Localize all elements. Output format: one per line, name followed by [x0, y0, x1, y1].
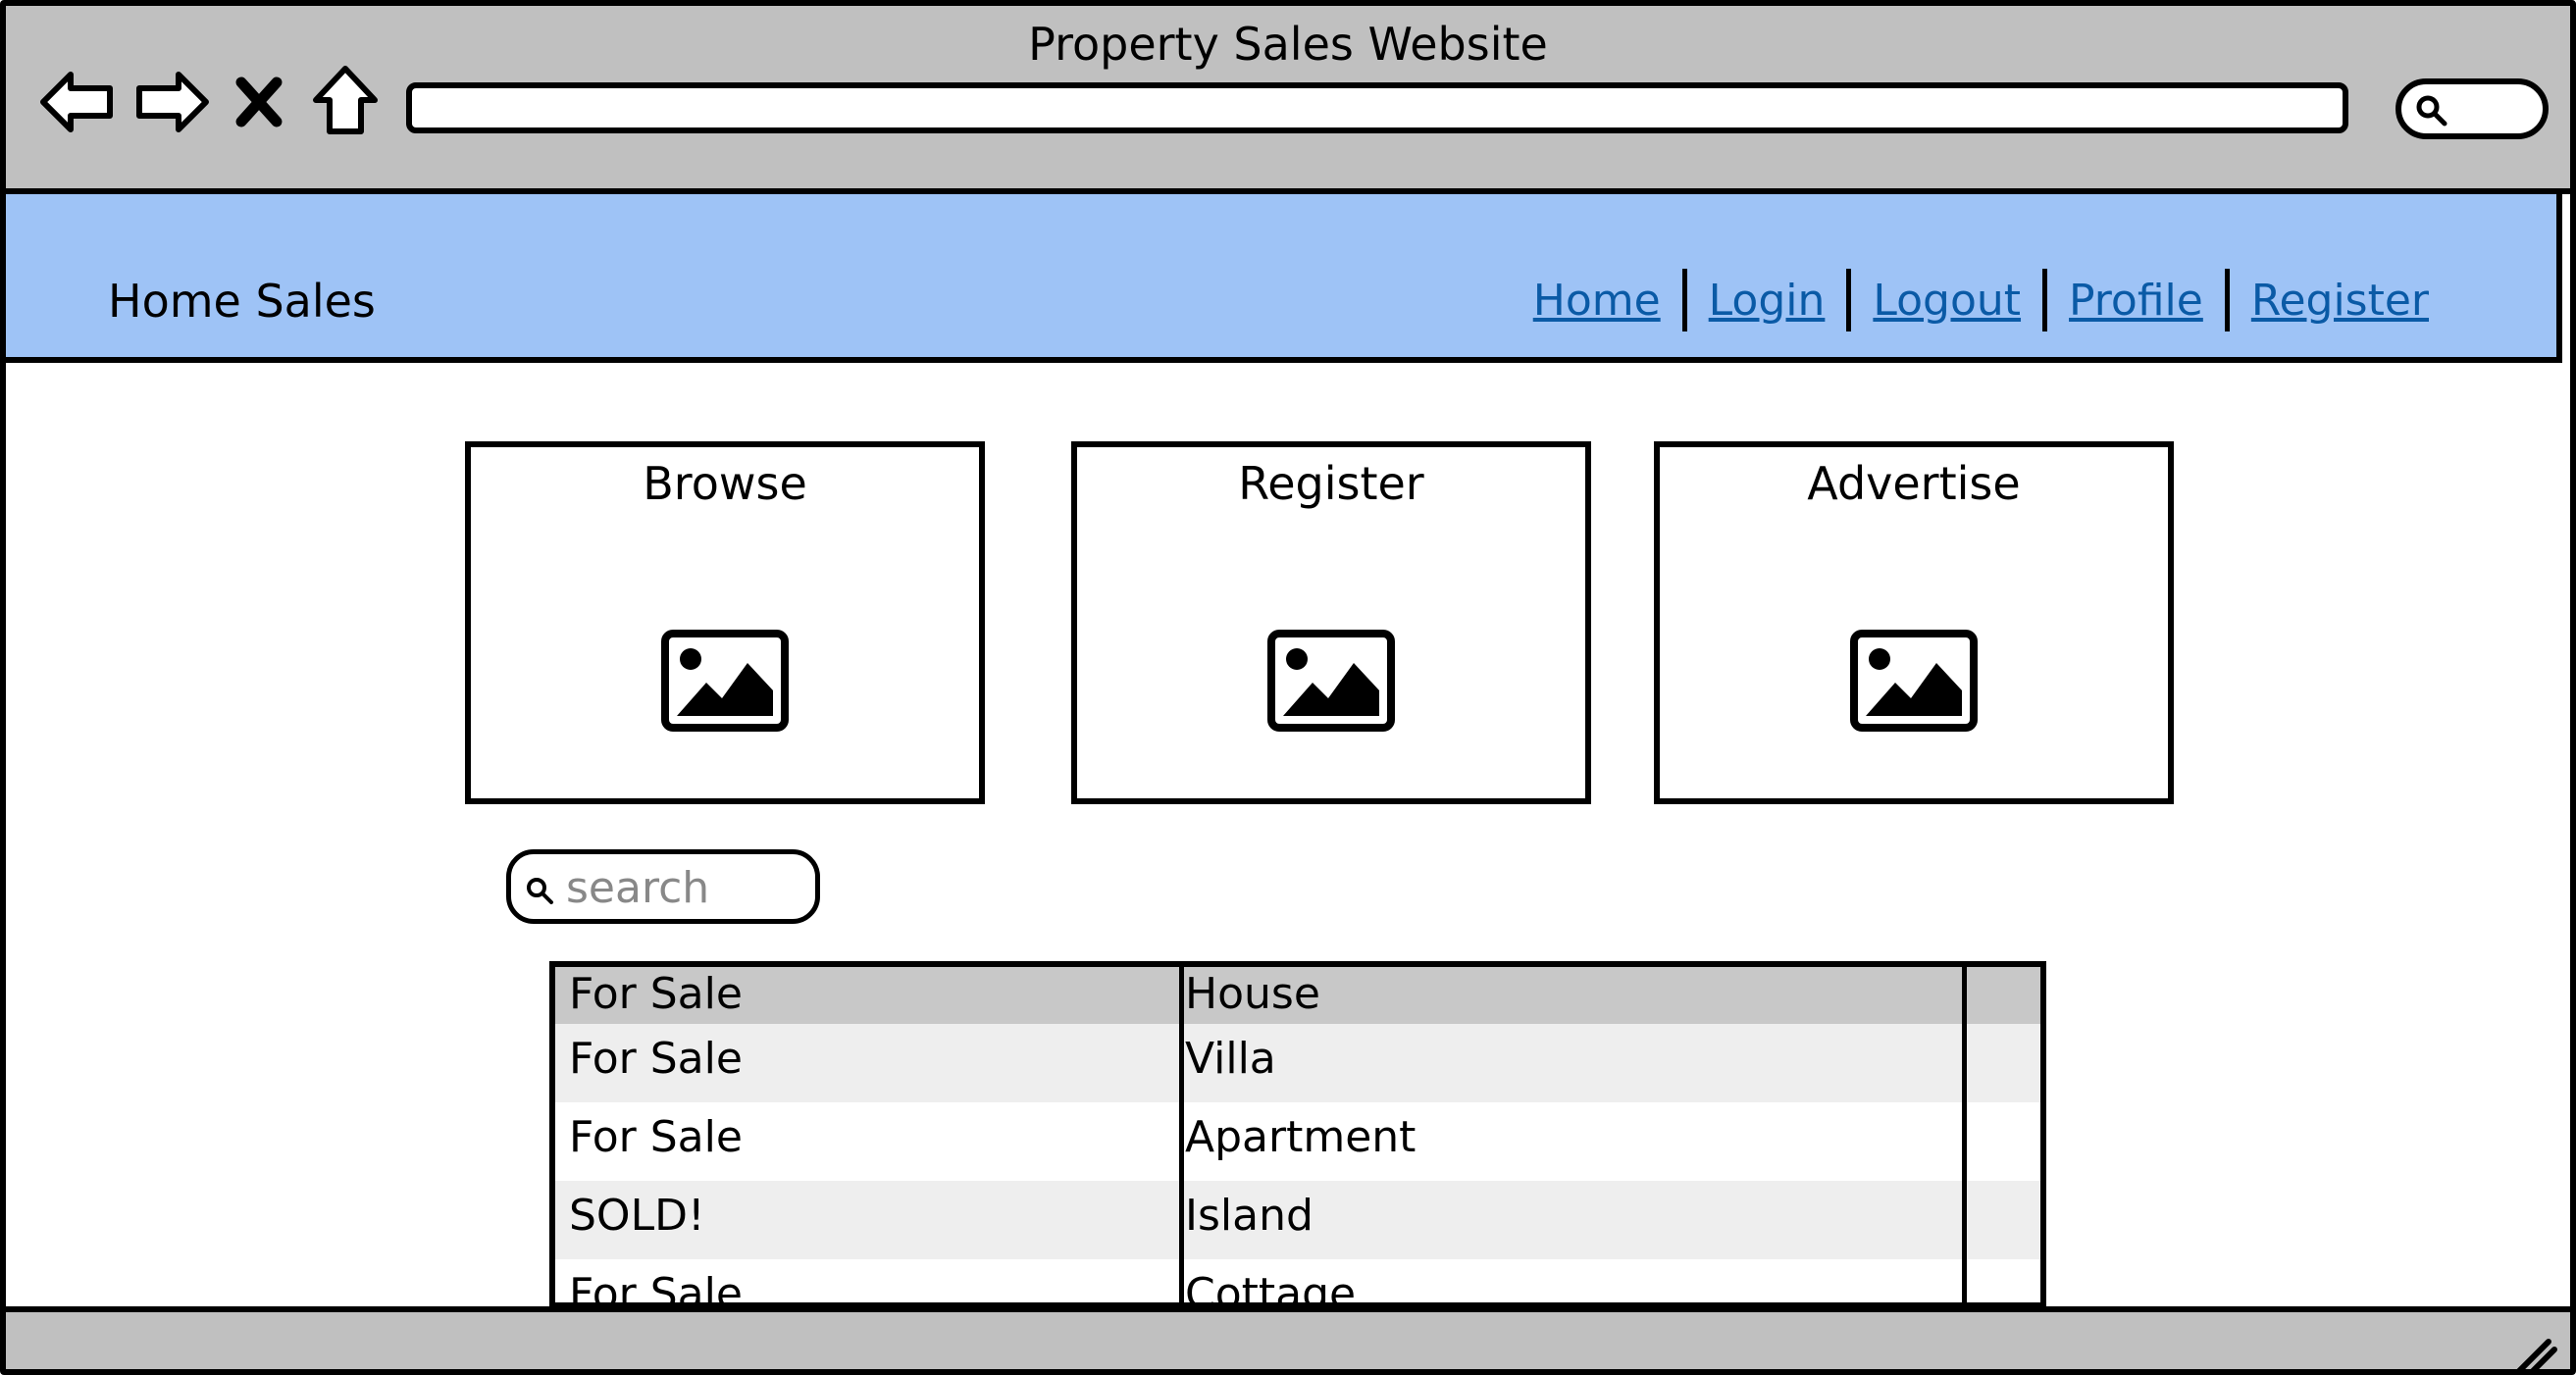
card-register[interactable]: Register — [1071, 441, 1591, 804]
table-cell-type: Villa — [1185, 1034, 1276, 1084]
card-title: Register — [1238, 457, 1424, 510]
image-placeholder-icon — [661, 630, 789, 732]
nav-link-profile[interactable]: Profile — [2069, 276, 2203, 326]
card-browse[interactable]: Browse — [465, 441, 985, 804]
stop-x-icon[interactable] — [228, 61, 290, 143]
card-title: Browse — [643, 457, 807, 510]
table-cell-status: For Sale — [569, 1112, 743, 1162]
site-brand: Home Sales — [108, 275, 376, 328]
nav-divider — [2042, 269, 2048, 331]
browser-search-field[interactable] — [2396, 78, 2549, 139]
back-arrow-icon[interactable] — [35, 61, 118, 143]
main-nav: Home Login Logout Profile Register — [1533, 269, 2429, 331]
search-input[interactable] — [566, 860, 811, 915]
table-cell-type: Apartment — [1185, 1112, 1417, 1162]
nav-divider — [1846, 269, 1852, 331]
card-title: Advertise — [1807, 457, 2021, 510]
search-box[interactable] — [506, 849, 820, 924]
table-header-cell: For Sale — [569, 969, 743, 1019]
table-cell-status: For Sale — [569, 1269, 743, 1308]
window-title: Property Sales Website — [1028, 18, 1548, 71]
table-header-cell: House — [1185, 969, 1320, 1019]
column-divider — [1179, 967, 1184, 1302]
table-cell-status: For Sale — [569, 1034, 743, 1084]
table-row[interactable]: SOLD! Island — [555, 1181, 2040, 1259]
column-divider — [1962, 967, 1967, 1302]
table-header-row: For Sale House — [555, 967, 2040, 1024]
nav-link-login[interactable]: Login — [1709, 276, 1826, 326]
table-row[interactable]: For Sale Apartment — [555, 1102, 2040, 1181]
listings-table: For Sale House For Sale Villa For Sale A… — [549, 961, 2046, 1308]
card-advertise[interactable]: Advertise — [1654, 441, 2174, 804]
table-cell-status: SOLD! — [569, 1191, 705, 1241]
forward-arrow-icon[interactable] — [131, 61, 214, 143]
nav-link-register[interactable]: Register — [2251, 276, 2429, 326]
nav-link-logout[interactable]: Logout — [1873, 276, 2021, 326]
image-placeholder-icon — [1267, 630, 1395, 732]
status-bar — [6, 1306, 2570, 1369]
table-row[interactable]: For Sale Cottage — [555, 1259, 2040, 1308]
browser-toolbar: Property Sales Website — [6, 6, 2570, 194]
resize-grip-icon[interactable] — [2513, 1336, 2558, 1369]
image-placeholder-icon — [1850, 630, 1978, 732]
nav-link-home[interactable]: Home — [1533, 276, 1661, 326]
table-row[interactable]: For Sale Villa — [555, 1024, 2040, 1102]
search-icon — [2416, 95, 2447, 127]
browser-window: Property Sales Website Home Sales Home L… — [0, 0, 2576, 1375]
address-bar[interactable] — [406, 82, 2348, 133]
table-cell-type: Cottage — [1185, 1269, 1357, 1308]
home-icon[interactable] — [304, 61, 386, 143]
nav-divider — [1681, 269, 1687, 331]
search-icon — [527, 878, 553, 904]
site-header: Home Sales Home Login Logout Profile Reg… — [6, 194, 2562, 363]
table-cell-type: Island — [1185, 1191, 1314, 1241]
nav-divider — [2224, 269, 2230, 331]
